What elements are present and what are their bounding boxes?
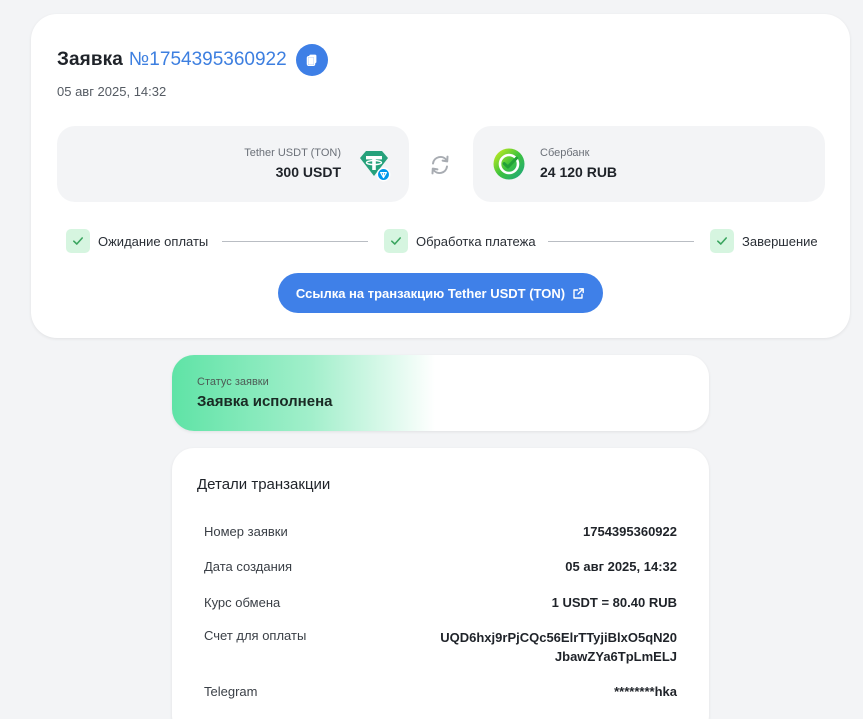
step-processing-payment: Обработка платежа xyxy=(384,229,536,253)
step-awaiting-payment: Ожидание оплаты xyxy=(66,229,208,253)
receive-bank-label: Сбербанк xyxy=(540,147,590,159)
transaction-link-label: Ссылка на транзакцию Tether USDT (TON) xyxy=(295,285,566,301)
swap-icon[interactable] xyxy=(428,153,452,177)
order-date: 05 авг 2025, 14:32 xyxy=(57,84,167,99)
transaction-details-card: Детали транзакции Номер заявки 175439536… xyxy=(172,448,709,719)
transaction-link-button[interactable]: Ссылка на транзакцию Tether USDT (TON) xyxy=(278,273,603,313)
detail-value: 1 USDT = 80.40 RUB xyxy=(551,595,677,610)
status-label: Статус заявки xyxy=(197,376,269,388)
check-icon xyxy=(391,237,401,245)
receive-amount-box: Сбербанк 24 120 RUB xyxy=(473,126,825,202)
detail-key: Telegram xyxy=(204,684,258,699)
receive-amount: 24 120 RUB xyxy=(540,164,618,180)
order-title: Заявка xyxy=(57,49,123,70)
check-icon xyxy=(717,237,727,245)
send-currency-label: Tether USDT (TON) xyxy=(244,147,341,159)
step-completion: Завершение xyxy=(710,229,818,253)
copy-icon xyxy=(306,54,317,67)
detail-key: Номер заявки xyxy=(204,524,288,539)
step-label: Завершение xyxy=(742,233,818,249)
send-amount: 300 USDT xyxy=(275,164,341,180)
detail-row-payment-account: Счет для оплаты UQD6hxj9rPjCQc56ElrTTyji… xyxy=(204,628,677,666)
detail-value: ********hka xyxy=(614,684,677,699)
check-icon xyxy=(73,237,83,245)
detail-value: 1754395360922 xyxy=(583,524,677,539)
detail-key: Курс обмена xyxy=(204,595,281,610)
status-card: Статус заявки Заявка исполнена xyxy=(172,355,709,431)
detail-row-order-number: Номер заявки 1754395360922 xyxy=(204,524,677,539)
order-card: Заявка №1754395360922 05 авг 2025, 14:32… xyxy=(31,14,850,338)
status-value: Заявка исполнена xyxy=(197,393,333,410)
detail-key: Дата создания xyxy=(204,559,293,574)
copy-order-number-button[interactable] xyxy=(295,44,328,76)
detail-row-exchange-rate: Курс обмена 1 USDT = 80.40 RUB xyxy=(204,595,677,610)
detail-row-created-date: Дата создания 05 авг 2025, 14:32 xyxy=(204,559,677,574)
step-check xyxy=(384,229,408,253)
step-divider xyxy=(222,241,368,242)
order-header: Заявка №1754395360922 xyxy=(57,44,328,76)
details-title: Детали транзакции xyxy=(197,476,331,493)
step-check xyxy=(66,229,90,253)
order-number: №1754395360922 xyxy=(128,49,287,70)
tether-ton-icon xyxy=(360,151,391,182)
detail-row-telegram: Telegram ********hka xyxy=(204,684,677,699)
step-label: Ожидание оплаты xyxy=(98,233,209,249)
detail-key: Счет для оплаты xyxy=(204,628,307,643)
step-label: Обработка платежа xyxy=(416,233,536,249)
step-divider xyxy=(548,241,694,242)
step-check xyxy=(710,229,734,253)
sberbank-icon xyxy=(493,148,525,180)
detail-value: 05 авг 2025, 14:32 xyxy=(565,559,677,574)
send-amount-box: Tether USDT (TON) 300 USDT xyxy=(57,126,409,202)
detail-value[interactable]: UQD6hxj9rPjCQc56ElrTTyjiBlxO5qN20JbawZYa… xyxy=(437,628,677,666)
external-link-icon xyxy=(573,287,585,299)
